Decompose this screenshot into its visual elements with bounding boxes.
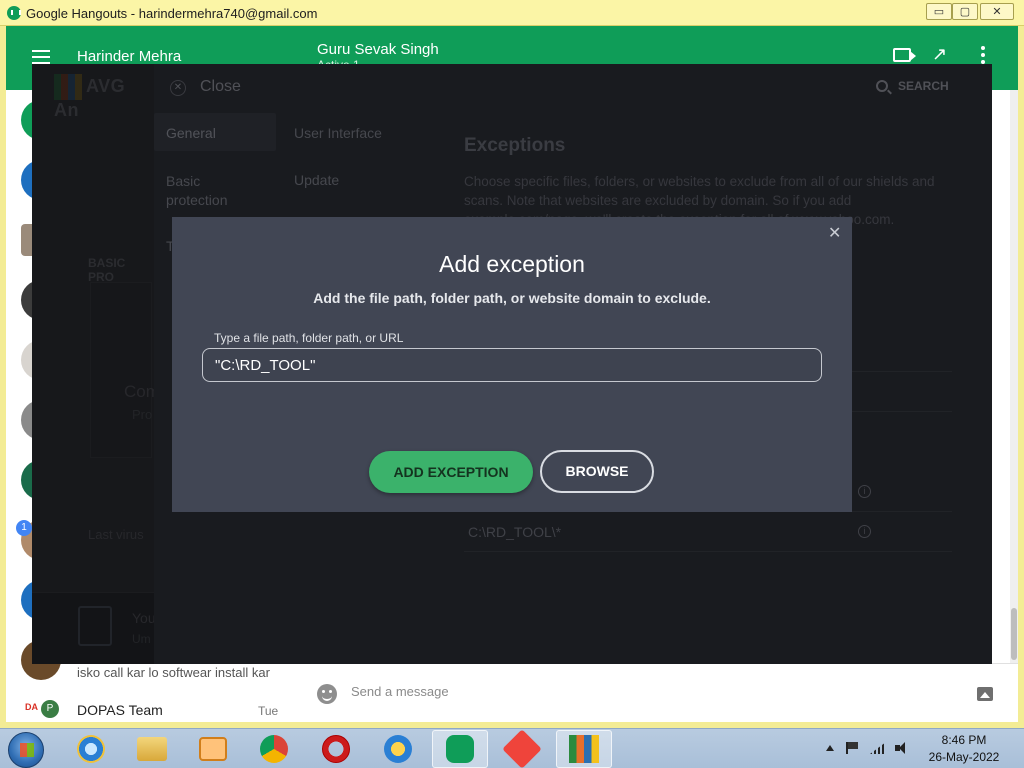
- close-dialog-icon[interactable]: ✕: [828, 226, 841, 242]
- dialog-subtitle: Add the file path, folder path, or websi…: [313, 290, 711, 306]
- taskbar-chrome[interactable]: [246, 730, 302, 768]
- maximize-button[interactable]: ▢: [952, 3, 978, 20]
- conversation-contact-name[interactable]: Guru Sevak Singh: [317, 41, 439, 58]
- taskbar-hangouts[interactable]: [432, 730, 488, 768]
- emoji-icon[interactable]: [317, 684, 337, 704]
- action-center-flag-icon[interactable]: [846, 742, 860, 754]
- hamburger-menu-icon[interactable]: [32, 50, 50, 64]
- taskbar-windows-explorer[interactable]: [124, 730, 180, 768]
- window-title: Google Hangouts - harindermehra740@gmail…: [26, 6, 318, 21]
- minimize-icon: ▭: [933, 6, 945, 18]
- close-icon: ✕: [992, 6, 1002, 18]
- close-window-button[interactable]: ✕: [980, 3, 1014, 20]
- message-input-bar: Send a message: [294, 663, 1018, 722]
- image-icon[interactable]: [977, 687, 993, 701]
- volume-icon[interactable]: [895, 741, 911, 755]
- group-initial: P: [41, 700, 59, 718]
- taskbar-avg[interactable]: [556, 730, 612, 768]
- internet-explorer-icon: [77, 735, 105, 763]
- screen: Google Hangouts - harindermehra740@gmail…: [0, 0, 1024, 768]
- start-button[interactable]: [8, 732, 44, 768]
- clock-time[interactable]: 8:46 PM: [924, 733, 1004, 747]
- popout-icon[interactable]: ↗: [932, 44, 947, 65]
- dialog-title: Add exception: [439, 251, 585, 277]
- unread-badge: 1: [16, 520, 32, 536]
- last-message-preview[interactable]: isko call kar lo softwear install kar: [77, 665, 282, 680]
- add-exception-dialog: ✕ Add exception Add the file path, folde…: [172, 217, 852, 512]
- windows-taskbar: 8:46 PM 26-May-2022: [0, 728, 1024, 768]
- hangouts-icon: [446, 735, 474, 763]
- show-hidden-icons-icon[interactable]: [826, 745, 834, 751]
- group-tag: DA: [25, 702, 38, 712]
- folder-icon: [137, 737, 167, 761]
- anydesk-icon: [502, 729, 542, 768]
- chrome-icon: [260, 735, 288, 763]
- group-time: Tue: [258, 704, 279, 718]
- key-icon: [384, 735, 412, 763]
- taskbar-media-player[interactable]: [185, 730, 241, 768]
- chat-scrollbar[interactable]: [1010, 90, 1018, 663]
- avg-icon: [569, 735, 599, 763]
- opera-icon: [322, 735, 350, 763]
- maximize-icon: ▢: [959, 6, 971, 18]
- video-call-icon[interactable]: [893, 48, 916, 62]
- browse-button[interactable]: BROWSE: [540, 450, 654, 493]
- scrollbar-thumb[interactable]: [1011, 608, 1017, 660]
- network-icon[interactable]: [870, 742, 886, 754]
- taskbar-anydesk[interactable]: [494, 729, 550, 768]
- group-avatar[interactable]: DA P: [25, 700, 59, 730]
- path-field-label: Type a file path, folder path, or URL: [214, 331, 404, 345]
- taskbar-key-manager[interactable]: [370, 730, 426, 768]
- taskbar-internet-explorer[interactable]: [63, 730, 119, 768]
- group-name[interactable]: DOPAS Team: [77, 702, 163, 718]
- taskbar-opera[interactable]: [308, 730, 364, 768]
- clock-date[interactable]: 26-May-2022: [924, 750, 1004, 764]
- hangouts-app-icon: [7, 6, 21, 20]
- add-exception-button[interactable]: ADD EXCEPTION: [369, 451, 533, 493]
- more-options-icon[interactable]: [981, 46, 985, 64]
- window-frame-right: [1018, 26, 1024, 726]
- minimize-button[interactable]: ▭: [926, 3, 952, 20]
- path-input[interactable]: [202, 348, 822, 382]
- message-input[interactable]: Send a message: [351, 684, 449, 699]
- media-player-icon: [199, 737, 227, 761]
- user-name: Harinder Mehra: [77, 48, 182, 65]
- window-titlebar: Google Hangouts - harindermehra740@gmail…: [0, 0, 1024, 26]
